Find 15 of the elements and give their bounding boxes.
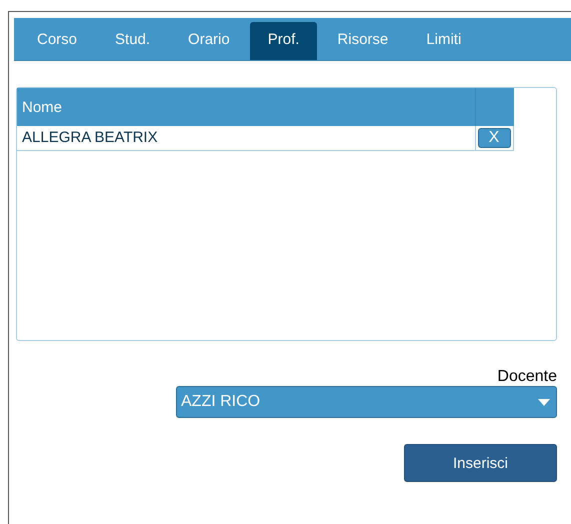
tab[interactable]: Limiti (407, 22, 480, 60)
table-cell: ALLEGRA BEATRIX (17, 126, 475, 150)
tab[interactable]: Prof. (250, 22, 318, 60)
tab[interactable]: Orario (169, 22, 249, 60)
field-label: Docente (497, 368, 557, 386)
header-cell (475, 88, 514, 126)
docente-dropdown[interactable]: AZZI RICO (176, 386, 557, 418)
insert-button[interactable]: Inserisci (404, 444, 557, 482)
caret-icon (538, 398, 550, 406)
tab[interactable]: Corso (18, 22, 96, 60)
dropdown-value: AZZI RICO (181, 393, 260, 411)
tab[interactable]: Risorse (318, 22, 408, 60)
column-header: Nome (17, 88, 475, 126)
tab[interactable]: Stud. (96, 22, 170, 60)
remove-button[interactable]: X (478, 128, 510, 148)
